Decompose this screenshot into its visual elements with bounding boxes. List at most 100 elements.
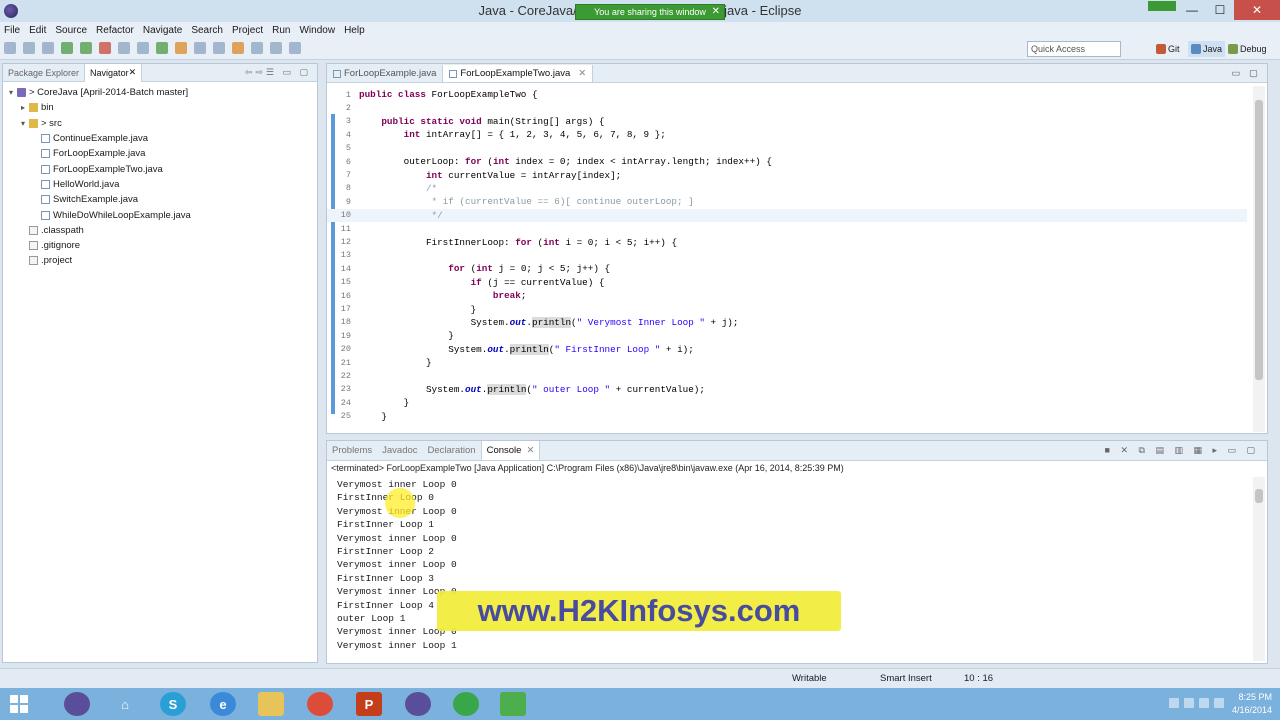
menu-search[interactable]: Search xyxy=(191,25,223,36)
code-line[interactable]: 6 outerLoop: for (int index = 0; index <… xyxy=(327,155,1247,168)
network-icon[interactable] xyxy=(1169,698,1179,708)
code-line[interactable]: 2 xyxy=(327,101,1247,114)
new-package-icon[interactable] xyxy=(137,42,149,54)
tab-problems[interactable]: Problems xyxy=(327,441,377,460)
new-java-project-icon[interactable] xyxy=(118,42,130,54)
clock[interactable]: 8:25 PM 4/16/2014 xyxy=(1232,691,1272,717)
open-type-icon[interactable] xyxy=(175,42,187,54)
editor-tab[interactable]: ForLoopExampleTwo.java ✕ xyxy=(443,65,594,82)
close-icon[interactable]: ✕ xyxy=(712,6,720,17)
editor-controls[interactable]: ▭ ▢ xyxy=(1231,65,1267,82)
code-line[interactable]: 15 if (j == currentValue) { xyxy=(327,276,1247,289)
console-scrollbar[interactable] xyxy=(1253,477,1265,661)
forward-icon[interactable] xyxy=(289,42,301,54)
tab-navigator[interactable]: Navigator ✕ xyxy=(84,63,143,82)
editor-tab[interactable]: ForLoopExample.java xyxy=(327,65,444,82)
menu-refactor[interactable]: Refactor xyxy=(96,25,134,36)
close-icon[interactable]: ✕ xyxy=(578,68,586,79)
save-icon[interactable] xyxy=(23,42,35,54)
menu-project[interactable]: Project xyxy=(232,25,263,36)
code-line[interactable]: 17 } xyxy=(327,302,1247,315)
code-line[interactable]: 21 } xyxy=(327,356,1247,369)
editor-scrollbar[interactable] xyxy=(1253,86,1265,432)
globe-icon[interactable] xyxy=(453,692,479,716)
new-icon[interactable] xyxy=(4,42,16,54)
menu-navigate[interactable]: Navigate xyxy=(143,25,182,36)
code-line[interactable]: 8 /* xyxy=(327,182,1247,195)
maximize-button[interactable]: ☐ xyxy=(1206,0,1234,20)
app-icon[interactable] xyxy=(500,692,526,716)
tab-declaration[interactable]: Declaration xyxy=(423,441,481,460)
tree-item[interactable]: SwitchExample.java xyxy=(3,192,317,207)
minimize-button[interactable]: — xyxy=(1178,0,1206,20)
code-line[interactable]: 23 System.out.println(" outer Loop " + c… xyxy=(327,383,1247,396)
eclipse-taskbar-icon[interactable] xyxy=(64,692,90,716)
code-line[interactable]: 3 public static void main(String[] args)… xyxy=(327,115,1247,128)
external-tools-icon[interactable] xyxy=(99,42,111,54)
code-line[interactable]: 1 public class ForLoopExampleTwo { xyxy=(327,88,1247,101)
tab-javadoc[interactable]: Javadoc xyxy=(377,441,422,460)
next-annotation-icon[interactable] xyxy=(232,42,244,54)
code-line[interactable]: 12 FirstInnerLoop: for (int i = 0; i < 5… xyxy=(327,235,1247,248)
scroll-thumb[interactable] xyxy=(1255,489,1263,503)
code-line[interactable]: 22 xyxy=(327,369,1247,382)
chrome-icon[interactable] xyxy=(307,692,333,716)
eclipse-second-icon[interactable] xyxy=(405,692,431,716)
menu-source[interactable]: Source xyxy=(55,25,87,36)
code-line[interactable]: 19 } xyxy=(327,329,1247,342)
flag-icon[interactable] xyxy=(1199,698,1209,708)
code-line[interactable]: 14 for (int j = 0; j < 5; j++) { xyxy=(327,262,1247,275)
code-line[interactable]: 20 System.out.println(" FirstInner Loop … xyxy=(327,343,1247,356)
console-toolbar[interactable]: ■ ✕ ⧉ ▤ ▥ ▦ ▸ ▭ ▢ xyxy=(1105,445,1267,456)
perspective-git[interactable]: Git xyxy=(1156,41,1180,57)
code-line[interactable]: 9 * if (currentValue == 6)[ continue out… xyxy=(327,195,1247,208)
previous-annotation-icon[interactable] xyxy=(251,42,263,54)
code-area[interactable]: 1 public class ForLoopExampleTwo {2 3 publ… xyxy=(327,86,1267,432)
scroll-thumb[interactable] xyxy=(1255,100,1263,380)
tree-item[interactable]: HelloWorld.java xyxy=(3,177,317,192)
code-line[interactable]: 25 } xyxy=(327,410,1247,423)
tab-console[interactable]: Console ✕ xyxy=(480,441,541,460)
code-line[interactable]: 10 */ xyxy=(327,208,1247,222)
home-icon[interactable]: ⌂ xyxy=(112,692,138,716)
print-icon[interactable] xyxy=(42,42,54,54)
battery-icon[interactable] xyxy=(1214,698,1224,708)
toggle-mark-icon[interactable] xyxy=(213,42,225,54)
skype-icon[interactable]: S xyxy=(160,692,186,716)
start-button[interactable] xyxy=(6,692,32,716)
tree-item[interactable]: .project xyxy=(3,253,317,268)
tree-toggle-icon[interactable]: ▾ xyxy=(9,88,17,97)
code-line[interactable]: 4 int intArray[] = { 1, 2, 3, 4, 5, 6, 7… xyxy=(327,128,1247,141)
tree-item[interactable]: .gitignore xyxy=(3,238,317,253)
tree-item[interactable]: ▾ > src xyxy=(3,116,317,131)
close-button[interactable]: ✕ xyxy=(1234,0,1280,20)
menu-run[interactable]: Run xyxy=(272,25,290,36)
tree-item[interactable]: ▾ > CoreJava [April-2014-Batch master] xyxy=(3,85,317,100)
code-line[interactable]: 7 int currentValue = intArray[index]; xyxy=(327,168,1247,181)
search-icon[interactable] xyxy=(194,42,206,54)
panel-controls[interactable]: ⇦⇨☰ ▭ ▢ xyxy=(245,67,317,78)
close-icon[interactable]: ✕ xyxy=(526,445,534,456)
menu-help[interactable]: Help xyxy=(344,25,365,36)
run-icon[interactable] xyxy=(80,42,92,54)
back-icon[interactable] xyxy=(270,42,282,54)
code-line[interactable]: 18 System.out.println(" Verymost Inner L… xyxy=(327,316,1247,329)
perspective-debug[interactable]: Debug xyxy=(1228,41,1267,57)
tree-item[interactable]: WhileDoWhileLoopExample.java xyxy=(3,207,317,222)
tree-item[interactable]: ForLoopExampleTwo.java xyxy=(3,161,317,176)
debug-icon[interactable] xyxy=(61,42,73,54)
code-line[interactable]: 13 xyxy=(327,249,1247,262)
quick-access-input[interactable]: Quick Access xyxy=(1027,41,1121,57)
file-explorer-icon[interactable] xyxy=(258,692,284,716)
tree-item[interactable]: ContinueExample.java xyxy=(3,131,317,146)
code-line[interactable]: 16 break; xyxy=(327,289,1247,302)
powerpoint-icon[interactable]: P xyxy=(356,692,382,716)
volume-icon[interactable] xyxy=(1184,698,1194,708)
internet-explorer-icon[interactable]: e xyxy=(210,692,236,716)
tab-package-explorer[interactable]: Package Explorer xyxy=(3,64,84,82)
code-line[interactable]: 11 xyxy=(327,222,1247,235)
menu-edit[interactable]: Edit xyxy=(29,25,46,36)
tree-toggle-icon[interactable]: ▸ xyxy=(21,103,29,112)
code-line[interactable]: 5 xyxy=(327,142,1247,155)
tree-toggle-icon[interactable]: ▾ xyxy=(21,119,29,128)
